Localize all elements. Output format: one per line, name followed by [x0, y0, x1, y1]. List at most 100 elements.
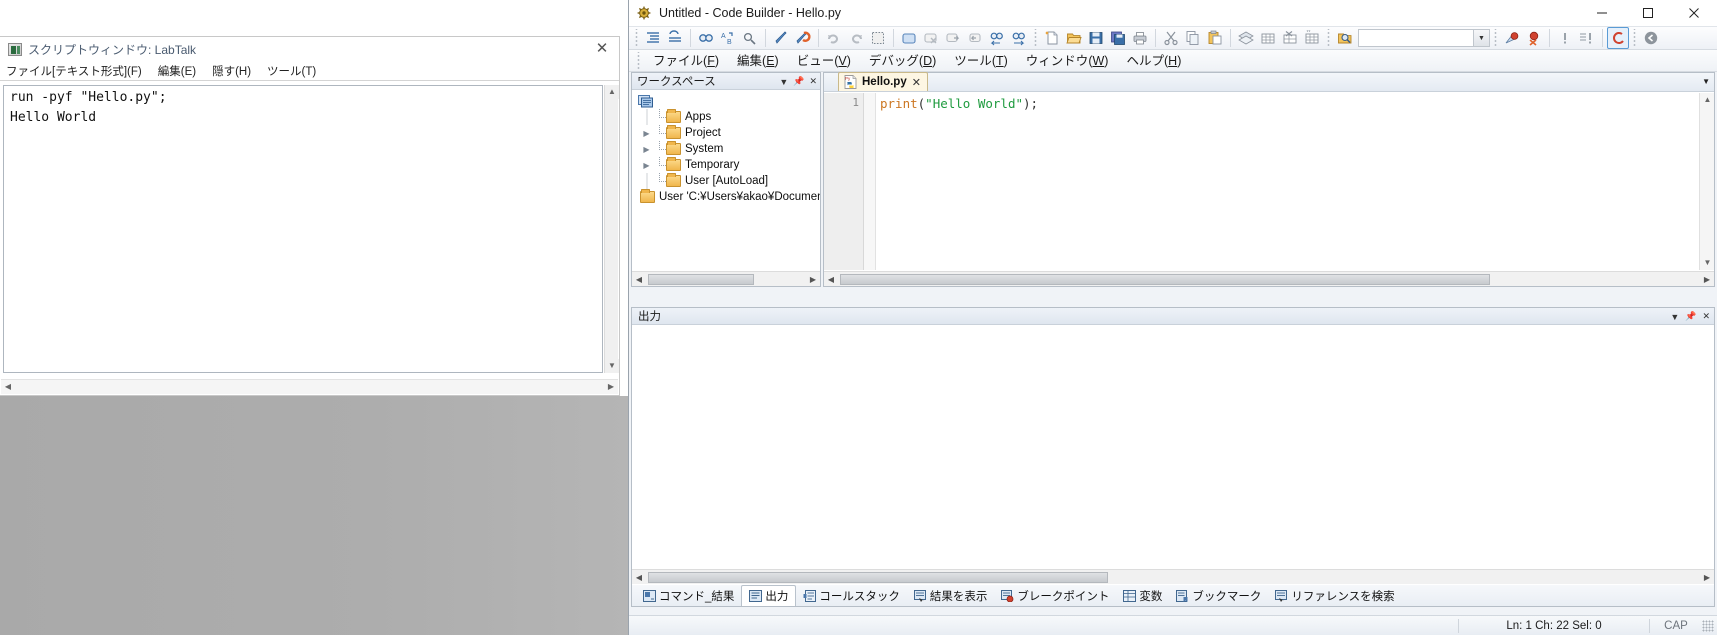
tree-item-user-autoload[interactable]: User [AutoLoad] — [632, 173, 820, 189]
step-out-icon[interactable] — [964, 27, 986, 49]
copy-icon[interactable] — [1182, 27, 1204, 49]
scroll-right-icon[interactable]: ▶ — [806, 273, 820, 286]
labtalk-editor[interactable]: run -pyf "Hello.py"; Hello World — [3, 85, 603, 373]
labtalk-close-button[interactable]: ✕ — [593, 40, 611, 58]
select-all-icon[interactable] — [867, 27, 889, 49]
editor-horizontal-scrollbar[interactable]: ◀ ▶ — [824, 271, 1714, 286]
resize-grip[interactable] — [1702, 619, 1714, 632]
labtalk-menu-hide[interactable]: 隠す(H) — [212, 63, 251, 79]
tree-item-temporary[interactable]: ▶ Temporary — [632, 157, 820, 173]
menu-tools[interactable]: ツール(T) — [945, 50, 1017, 72]
redo-icon[interactable] — [845, 27, 867, 49]
scroll-down-icon[interactable]: ▼ — [605, 359, 619, 373]
tree-item-apps[interactable]: Apps — [632, 109, 820, 125]
output-tab-output[interactable]: 出力 — [741, 585, 797, 606]
build-icon[interactable] — [770, 27, 792, 49]
add-watch-icon[interactable] — [1257, 27, 1279, 49]
print-icon[interactable] — [1129, 27, 1151, 49]
compile-icon[interactable] — [1607, 27, 1629, 49]
output-tab-call-stack[interactable]: コールスタック — [796, 586, 907, 605]
labtalk-menu-tools[interactable]: ツール(T) — [267, 63, 316, 79]
indent-lines-icon[interactable] — [642, 27, 664, 49]
chevron-down-icon[interactable]: ▼ — [779, 77, 788, 87]
scroll-left-icon[interactable]: ◀ — [632, 571, 646, 584]
breakpoint-icon[interactable] — [1501, 27, 1523, 49]
scroll-right-icon[interactable]: ▶ — [1700, 273, 1714, 286]
editor-tab-hello-py[interactable]: Py Hello.py ✕ — [838, 72, 928, 91]
find-next-icon[interactable] — [1008, 27, 1030, 49]
menu-help[interactable]: ヘルプ(H) — [1117, 50, 1190, 72]
cut-icon[interactable] — [1160, 27, 1182, 49]
stop-icon[interactable] — [920, 27, 942, 49]
toolbar-grip[interactable] — [1631, 29, 1638, 47]
labtalk-vertical-scrollbar[interactable]: ▲ ▼ — [604, 85, 619, 373]
chevron-down-icon[interactable]: ▼ — [1670, 312, 1679, 322]
remove-watch-icon[interactable] — [1279, 27, 1301, 49]
run-icon[interactable] — [898, 27, 920, 49]
menu-window[interactable]: ウィンドウ(W) — [1017, 50, 1118, 72]
output-tab-variables[interactable]: 変数 — [1116, 586, 1169, 605]
tree-item-user-documents[interactable]: User 'C:¥Users¥akao¥Document — [632, 189, 820, 205]
scrollbar-thumb[interactable] — [648, 571, 1108, 583]
scroll-up-icon[interactable]: ▲ — [1700, 93, 1715, 107]
chevron-right-icon[interactable]: ▶ — [640, 161, 653, 170]
scroll-left-icon[interactable]: ◀ — [824, 273, 838, 286]
close-icon[interactable]: ✕ — [809, 76, 817, 87]
output-tab-find-references[interactable]: リファレンスを検索 — [1268, 586, 1401, 605]
pin-icon[interactable]: 📌 — [793, 76, 804, 87]
break-all-icon[interactable] — [1576, 27, 1598, 49]
new-file-icon[interactable] — [1041, 27, 1063, 49]
scroll-right-icon[interactable]: ▶ — [604, 380, 618, 394]
toolbar-grip[interactable] — [1492, 29, 1499, 47]
labtalk-horizontal-scrollbar[interactable]: ◀ ▶ — [1, 379, 618, 394]
scroll-right-icon[interactable]: ▶ — [1700, 571, 1714, 584]
scrollbar-thumb[interactable] — [648, 273, 754, 285]
scroll-down-icon[interactable]: ▼ — [1700, 256, 1715, 270]
search-folder-icon[interactable] — [1334, 27, 1356, 49]
search-combo[interactable]: ▼ — [1358, 29, 1490, 47]
paste-icon[interactable] — [1204, 27, 1226, 49]
workspace-horizontal-scrollbar[interactable]: ◀ ▶ — [632, 271, 820, 286]
scrollbar-thumb[interactable] — [840, 273, 1490, 285]
output-tab-show-results[interactable]: 結果を表示 — [907, 586, 995, 605]
editor-vertical-scrollbar[interactable]: ▲ ▼ — [1699, 93, 1714, 270]
tabstrip-chevron-down-icon[interactable]: ▼ — [1702, 77, 1710, 86]
close-icon[interactable]: ✕ — [1702, 311, 1710, 322]
unindent-lines-icon[interactable] — [664, 27, 686, 49]
chevron-down-icon[interactable]: ▼ — [1473, 30, 1489, 46]
new-watch-icon[interactable]: ** — [1301, 27, 1323, 49]
tree-item-project[interactable]: ▶ Project — [632, 125, 820, 141]
editor-tab-close-icon[interactable]: ✕ — [912, 76, 921, 89]
output-content[interactable] — [632, 326, 1714, 569]
save-all-icon[interactable] — [1107, 27, 1129, 49]
layers-icon[interactable] — [1235, 27, 1257, 49]
menu-debug[interactable]: デバッグ(D) — [860, 50, 945, 72]
maximize-button[interactable] — [1625, 0, 1671, 26]
toolbar-grip[interactable] — [633, 29, 640, 47]
tree-item-system[interactable]: ▶ System — [632, 141, 820, 157]
open-file-icon[interactable] — [1063, 27, 1085, 49]
toolbar-grip[interactable] — [1032, 29, 1039, 47]
labtalk-menu-edit[interactable]: 編集(E) — [158, 63, 196, 79]
chevron-right-icon[interactable]: ▶ — [640, 145, 653, 154]
step-over-icon[interactable] — [942, 27, 964, 49]
menu-view[interactable]: ビュー(V) — [788, 50, 860, 72]
minimize-button[interactable] — [1579, 0, 1625, 26]
scroll-left-icon[interactable]: ◀ — [632, 273, 646, 286]
chevron-right-icon[interactable]: ▶ — [640, 129, 653, 138]
close-button[interactable] — [1671, 0, 1717, 26]
rebuild-icon[interactable] — [792, 27, 814, 49]
editor-area[interactable]: 1 print("Hello World"); ▲ ▼ ◀ ▶ — [824, 93, 1714, 286]
output-tab-breakpoints[interactable]: ブレークポイント — [994, 586, 1116, 605]
pin-icon[interactable]: 📌 — [1685, 311, 1696, 322]
menu-file[interactable]: ファイル(F) — [644, 50, 728, 72]
labtalk-menu-file[interactable]: ファイル[テキスト形式](F) — [6, 63, 142, 79]
editor-fold-margin[interactable] — [864, 93, 876, 270]
back-icon[interactable] — [1640, 27, 1662, 49]
menubar-grip[interactable] — [635, 51, 642, 70]
break-icon[interactable] — [1554, 27, 1576, 49]
scroll-up-icon[interactable]: ▲ — [605, 85, 619, 99]
undo-icon[interactable] — [823, 27, 845, 49]
toolbar-grip[interactable] — [1325, 29, 1332, 47]
output-horizontal-scrollbar[interactable]: ◀ ▶ — [632, 569, 1714, 584]
